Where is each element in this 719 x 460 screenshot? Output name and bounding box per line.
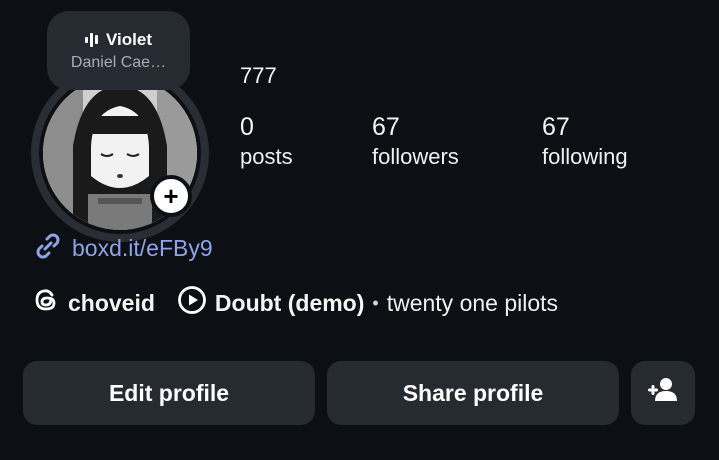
stat-value: 67	[372, 113, 400, 141]
share-profile-button[interactable]: Share profile	[327, 361, 619, 425]
discover-people-button[interactable]	[631, 361, 695, 425]
add-person-icon	[646, 373, 680, 413]
threads-handle[interactable]: choveid	[68, 290, 155, 317]
note-song: Violet	[106, 29, 152, 49]
link-text: boxd.it/eFBy9	[72, 235, 213, 261]
display-name: 777	[240, 63, 277, 88]
stat-value: 67	[542, 113, 570, 141]
stat-following[interactable]: 67 following	[542, 112, 628, 172]
profile-header: + Violet Daniel Cae… 777 0 posts 67 foll…	[0, 0, 719, 460]
profile-link[interactable]: boxd.it/eFBy9	[32, 230, 213, 267]
stat-label: followers	[372, 144, 459, 169]
music-song[interactable]: Doubt (demo)	[215, 290, 364, 317]
music-artist[interactable]: twenty one pilots	[387, 290, 558, 317]
edit-profile-button[interactable]: Edit profile	[23, 361, 315, 425]
music-note-bubble[interactable]: Violet Daniel Cae…	[47, 11, 190, 90]
stat-posts[interactable]: 0 posts	[240, 112, 293, 172]
music-separator: •	[372, 292, 379, 313]
plus-icon: +	[163, 181, 179, 211]
stat-followers[interactable]: 67 followers	[372, 112, 459, 172]
threads-icon	[32, 286, 60, 320]
add-story-button[interactable]: +	[150, 175, 192, 217]
play-circle-icon[interactable]	[177, 285, 207, 321]
avatar[interactable]	[31, 64, 209, 242]
stat-label: posts	[240, 144, 293, 169]
meta-row: choveid Doubt (demo) • twenty one pilots	[32, 286, 558, 320]
stat-label: following	[542, 144, 628, 169]
note-artist: Daniel Cae…	[70, 53, 167, 71]
link-icon	[32, 230, 64, 267]
stat-value: 0	[240, 113, 254, 141]
audio-bars-icon	[85, 32, 98, 47]
